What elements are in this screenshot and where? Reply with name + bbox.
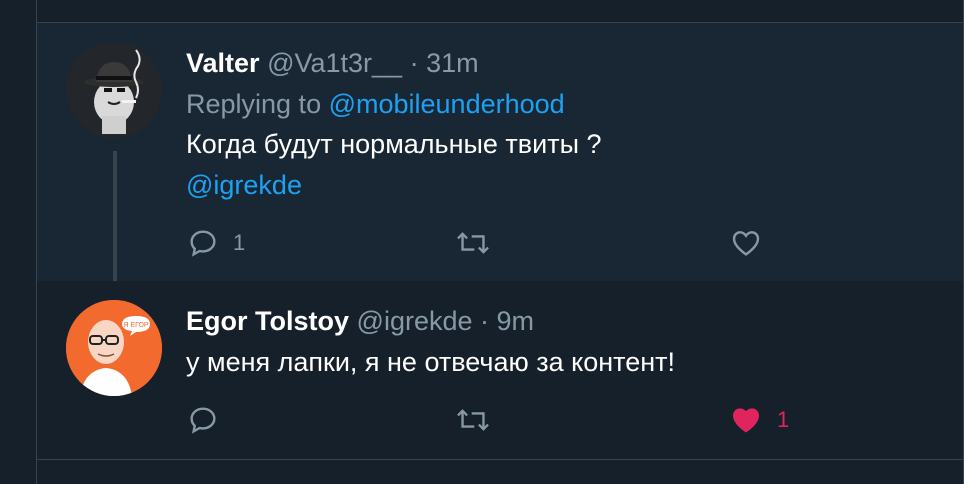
heart-filled-icon <box>732 408 760 433</box>
separator-dot: · <box>409 48 419 78</box>
reply-button[interactable] <box>187 404 219 436</box>
tweet-text: у меня лапки, я не отвечаю за контент! <box>186 347 676 377</box>
avatar[interactable]: Я ЕГОР <box>66 300 162 396</box>
tweet-header: Valter @Va1t3r__ · 31m <box>186 48 479 79</box>
cat-fedora-avatar-icon <box>66 42 162 138</box>
reply-icon <box>190 407 216 434</box>
handle[interactable]: @Va1t3r__ <box>267 48 402 78</box>
retweet-button[interactable] <box>456 227 490 259</box>
replying-to-handle-link[interactable]: @mobileunderhood <box>329 89 565 119</box>
separator-dot: · <box>480 306 490 336</box>
retweet-icon <box>457 409 489 431</box>
tweet-egor-tolstoy[interactable]: Я ЕГОР Egor Tolstoy @igrekde · 9m у меня… <box>37 281 963 459</box>
timestamp[interactable]: 9m <box>497 306 535 336</box>
reply-icon <box>190 230 216 257</box>
retweet-button[interactable] <box>456 404 490 436</box>
like-button[interactable] <box>729 227 763 259</box>
retweet-icon <box>457 232 489 254</box>
like-count: 1 <box>777 407 790 432</box>
bald-man-glasses-avatar-icon: Я ЕГОР <box>66 300 162 396</box>
timestamp[interactable]: 31m <box>426 48 479 78</box>
reply-count: 1 <box>233 230 246 255</box>
divider <box>36 459 964 460</box>
heart-outline-icon <box>732 231 760 256</box>
tweet-header: Egor Tolstoy @igrekde · 9m <box>186 306 534 337</box>
tweet-text: Когда будут нормальные твиты ? <box>186 129 602 159</box>
display-name[interactable]: Valter <box>186 48 260 78</box>
mention-link[interactable]: @igrekde <box>186 170 302 201</box>
avatar[interactable] <box>66 42 162 138</box>
avatar-bubble-text: Я ЕГОР <box>123 322 149 329</box>
tweet-valter[interactable]: Valter @Va1t3r__ · 31m Replying to @mobi… <box>37 23 963 307</box>
replying-to-label: Replying to <box>186 89 329 119</box>
reply-button[interactable]: 1 <box>187 227 245 259</box>
like-button[interactable]: 1 <box>729 404 789 436</box>
replying-to: Replying to @mobileunderhood <box>186 89 565 120</box>
display-name[interactable]: Egor Tolstoy <box>186 306 349 336</box>
handle[interactable]: @igrekde <box>357 306 473 336</box>
